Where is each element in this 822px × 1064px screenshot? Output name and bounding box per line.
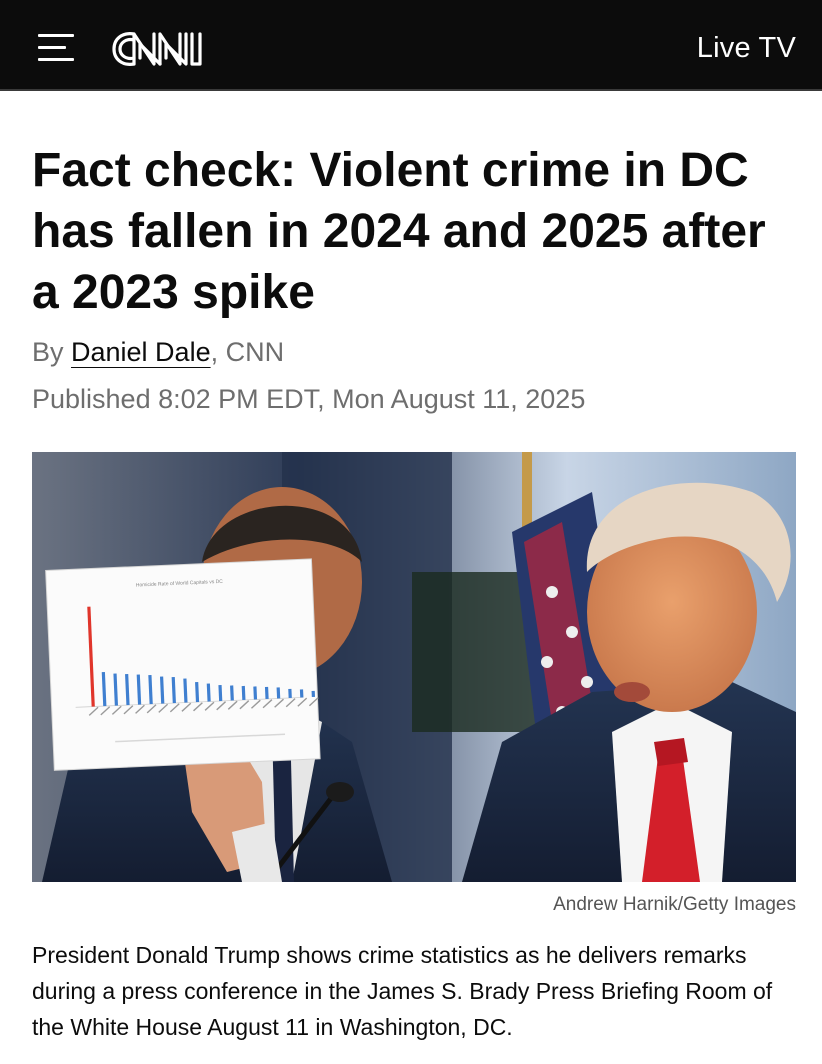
- byline-source: , CNN: [210, 337, 285, 367]
- held-chart-paper: Homicide Rate of World Capitals vs DC: [45, 558, 321, 771]
- photo-caption: President Donald Trump shows crime stati…: [32, 942, 773, 1040]
- live-tv-link[interactable]: Live TV: [697, 32, 796, 65]
- top-navigation-bar: Live TV: [0, 0, 822, 91]
- author-link[interactable]: Daniel Dale: [71, 337, 211, 367]
- held-chart-bar: [253, 686, 258, 700]
- article-photo: Homicide Rate of World Capitals vs DC: [32, 452, 796, 882]
- held-chart-bar: [288, 688, 292, 699]
- byline-prefix: By: [32, 337, 72, 367]
- held-chart-bar: [311, 690, 316, 698]
- publish-timestamp: Published 8:02 PM EDT, Mon August 11, 20…: [32, 384, 586, 414]
- photo-credit: Andrew Harnik/Getty Images: [553, 894, 796, 915]
- byline: By Daniel Dale, CNN: [32, 337, 284, 368]
- held-chart-bar: [276, 687, 281, 699]
- held-chart-bar: [241, 685, 246, 701]
- cnn-logo[interactable]: [110, 26, 206, 72]
- held-chart-bar: [230, 685, 234, 701]
- held-chart-bar: [264, 686, 269, 700]
- held-chart-bar: [299, 689, 304, 698]
- menu-icon[interactable]: [38, 34, 76, 62]
- article-headline: Fact check: Violent crime in DC has fall…: [32, 144, 766, 319]
